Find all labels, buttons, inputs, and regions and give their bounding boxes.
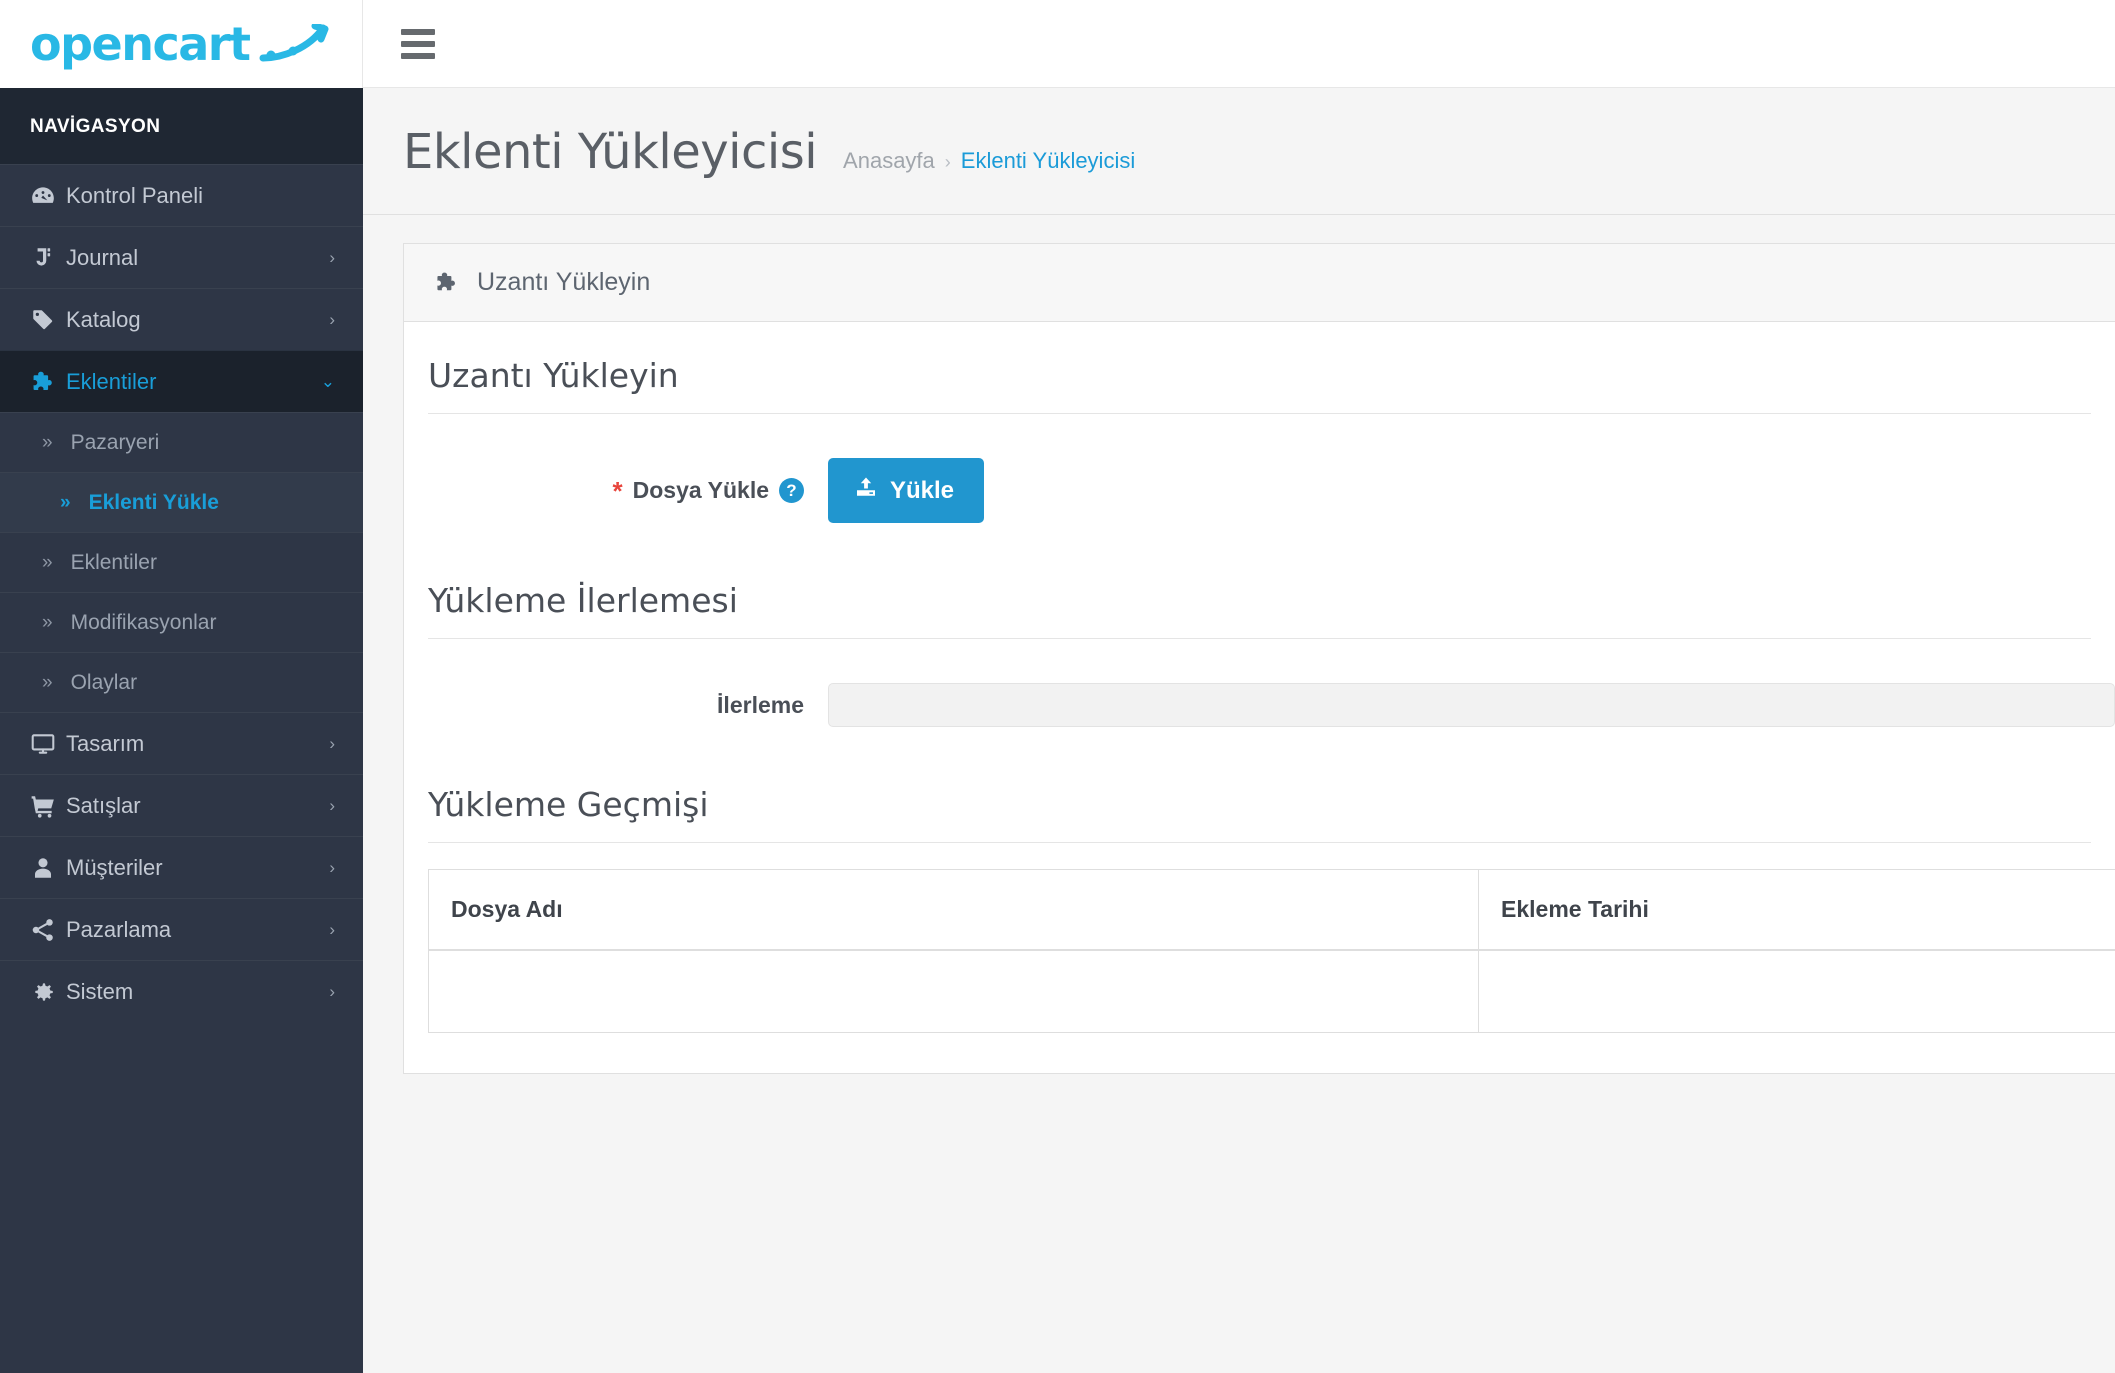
progress-bar: [828, 683, 2115, 727]
column-header-file-name: Dosya Adı: [428, 869, 1479, 951]
hamburger-icon[interactable]: [401, 28, 435, 59]
share-icon: [30, 917, 66, 943]
history-section-legend: Yükleme Geçmişi: [428, 785, 2091, 843]
panel-heading-label: Uzantı Yükleyin: [477, 268, 651, 296]
sidebar-item-satislar[interactable]: Satışlar ›: [0, 774, 363, 836]
sidebar-subitem-modifikasyonlar[interactable]: » Modifikasyonlar: [0, 592, 363, 652]
puzzle-icon: [434, 270, 459, 295]
breadcrumb-separator-icon: ›: [944, 152, 951, 172]
brand-logo[interactable]: opencart: [0, 0, 363, 88]
double-chevron-icon: »: [42, 611, 53, 633]
chevron-right-icon: ›: [329, 309, 335, 329]
sidebar-item-label: Katalog: [66, 306, 141, 332]
upload-section-legend: Uzantı Yükleyin: [428, 356, 2091, 414]
nav-header: NAVİGASYON: [0, 88, 363, 164]
sidebar-item-pazarlama[interactable]: Pazarlama ›: [0, 898, 363, 960]
sidebar-item-label: Müşteriler: [66, 854, 163, 880]
sidebar-item-label: Satışlar: [66, 792, 141, 818]
sidebar-subitem-olaylar[interactable]: » Olaylar: [0, 652, 363, 712]
sidebar-subitem-label: Pazaryeri: [70, 430, 160, 454]
chevron-right-icon: ›: [329, 981, 335, 1001]
logo-text: opencart: [30, 17, 251, 71]
table-header-row: Dosya Adı Ekleme Tarihi: [428, 869, 2115, 951]
page-header: Eklenti Yükleyicisi Anasayfa › Eklenti Y…: [363, 88, 2115, 215]
table-row: [428, 950, 2115, 1032]
page-title: Eklenti Yükleyicisi: [403, 124, 818, 180]
journal-icon: [30, 245, 66, 271]
gear-icon: [30, 979, 66, 1005]
progress-label-text: İlerleme: [717, 691, 804, 718]
sidebar: opencart NAVİGASYON Kontrol Paneli Journ…: [0, 0, 363, 1373]
sidebar-item-label: Pazarlama: [66, 916, 172, 942]
sidebar-item-label: Eklentiler: [66, 368, 157, 394]
table-body: [428, 950, 2115, 1032]
cart-swoosh-icon: [257, 24, 331, 64]
panel-heading: Uzantı Yükleyin: [404, 244, 2115, 322]
file-upload-label: * Dosya Yükle ?: [428, 477, 828, 504]
double-chevron-icon: »: [60, 491, 71, 513]
user-icon: [30, 855, 66, 881]
sidebar-item-kontrol-paneli[interactable]: Kontrol Paneli: [0, 164, 363, 226]
sidebar-item-label: Kontrol Paneli: [66, 182, 203, 208]
hamburger-line: [401, 52, 435, 59]
sidebar-item-tasarim[interactable]: Tasarım ›: [0, 712, 363, 774]
topbar: [363, 0, 2115, 88]
upload-panel: Uzantı Yükleyin Uzantı Yükleyin * Dosya …: [403, 243, 2115, 1074]
table-head: Dosya Adı Ekleme Tarihi: [428, 869, 2115, 951]
upload-button-label: Yükle: [890, 476, 955, 504]
sidebar-item-label: Tasarım: [66, 730, 145, 756]
sidebar-subitem-label: Eklenti Yükle: [88, 490, 219, 514]
monitor-icon: [30, 731, 66, 757]
file-upload-label-text: Dosya Yükle: [632, 477, 769, 503]
sidebar-item-sistem[interactable]: Sistem ›: [0, 960, 363, 1022]
cart-icon: [30, 793, 66, 819]
sidebar-item-label: Sistem: [66, 978, 134, 1004]
chevron-right-icon: ›: [329, 733, 335, 753]
progress-section-legend: Yükleme İlerlemesi: [428, 581, 2091, 639]
sidebar-item-eklentiler[interactable]: Eklentiler ⌄: [0, 350, 363, 412]
sidebar-subitem-label: Modifikasyonlar: [70, 610, 217, 634]
tag-icon: [30, 307, 66, 333]
sidebar-item-label: Journal: [66, 244, 139, 270]
chevron-right-icon: ›: [329, 795, 335, 815]
chevron-down-icon: ⌄: [320, 371, 335, 391]
panel-body: Uzantı Yükleyin * Dosya Yükle ? Yükle Yü…: [404, 322, 2115, 1073]
double-chevron-icon: »: [42, 431, 53, 453]
nav-list: Kontrol Paneli Journal › Katalog › Eklen…: [0, 164, 363, 1022]
chevron-right-icon: ›: [329, 857, 335, 877]
progress-row: İlerleme: [428, 683, 2115, 727]
upload-button[interactable]: Yükle: [828, 458, 985, 523]
chevron-right-icon: ›: [329, 919, 335, 939]
sidebar-subitem-label: Olaylar: [70, 670, 138, 694]
main-area: Eklenti Yükleyicisi Anasayfa › Eklenti Y…: [363, 0, 2115, 1373]
sidebar-item-katalog[interactable]: Katalog ›: [0, 288, 363, 350]
double-chevron-icon: »: [42, 671, 53, 693]
double-chevron-icon: »: [42, 551, 53, 573]
file-upload-row: * Dosya Yükle ? Yükle: [428, 458, 2115, 523]
puzzle-icon: [30, 369, 66, 395]
sidebar-subitem-eklentiler[interactable]: » Eklentiler: [0, 532, 363, 592]
hamburger-line: [401, 28, 435, 35]
chevron-right-icon: ›: [329, 247, 335, 267]
app-root: opencart NAVİGASYON Kontrol Paneli Journ…: [0, 0, 2115, 1373]
progress-label: İlerleme: [428, 692, 828, 719]
sidebar-item-journal[interactable]: Journal ›: [0, 226, 363, 288]
cell-date-added: [1478, 950, 2115, 1032]
column-header-date-added: Ekleme Tarihi: [1478, 869, 2115, 951]
question-circle-icon[interactable]: ?: [779, 478, 804, 503]
upload-icon: [854, 475, 878, 506]
sidebar-subitem-pazaryeri[interactable]: » Pazaryeri: [0, 412, 363, 472]
breadcrumb: Anasayfa › Eklenti Yükleyicisi: [843, 148, 1135, 174]
hamburger-line: [401, 40, 435, 47]
breadcrumb-home[interactable]: Anasayfa: [843, 148, 935, 174]
required-marker: *: [612, 475, 623, 506]
content-area: Uzantı Yükleyin Uzantı Yükleyin * Dosya …: [363, 215, 2115, 1373]
cell-file-name: [428, 950, 1479, 1032]
dashboard-icon: [30, 183, 66, 209]
breadcrumb-current[interactable]: Eklenti Yükleyicisi: [961, 148, 1135, 174]
sidebar-item-musteriler[interactable]: Müşteriler ›: [0, 836, 363, 898]
sidebar-subitem-eklenti-yukle[interactable]: » Eklenti Yükle: [0, 472, 363, 532]
upload-history-table: Dosya Adı Ekleme Tarihi: [428, 869, 2115, 1033]
sidebar-subitem-label: Eklentiler: [70, 550, 157, 574]
